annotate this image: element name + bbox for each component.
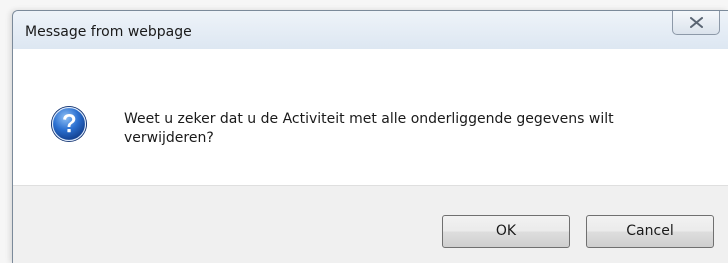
cancel-button[interactable]: Cancel xyxy=(586,215,714,248)
dialog-message: Weet u zeker dat u de Activiteit met all… xyxy=(124,111,614,146)
dialog-titlebar[interactable]: Message from webpage xyxy=(13,11,728,49)
confirm-dialog: Message from webpage Weet u zeker dat u … xyxy=(12,10,728,263)
message-area: Weet u zeker dat u de Activiteit met all… xyxy=(13,49,728,185)
question-icon xyxy=(51,106,87,142)
dialog-title: Message from webpage xyxy=(25,24,192,40)
ok-button[interactable]: OK xyxy=(442,215,570,248)
dialog-body: Weet u zeker dat u de Activiteit met all… xyxy=(13,49,728,263)
close-icon xyxy=(690,17,703,28)
dialog-button-bar: OK Cancel xyxy=(13,185,728,263)
close-button[interactable] xyxy=(672,11,720,35)
